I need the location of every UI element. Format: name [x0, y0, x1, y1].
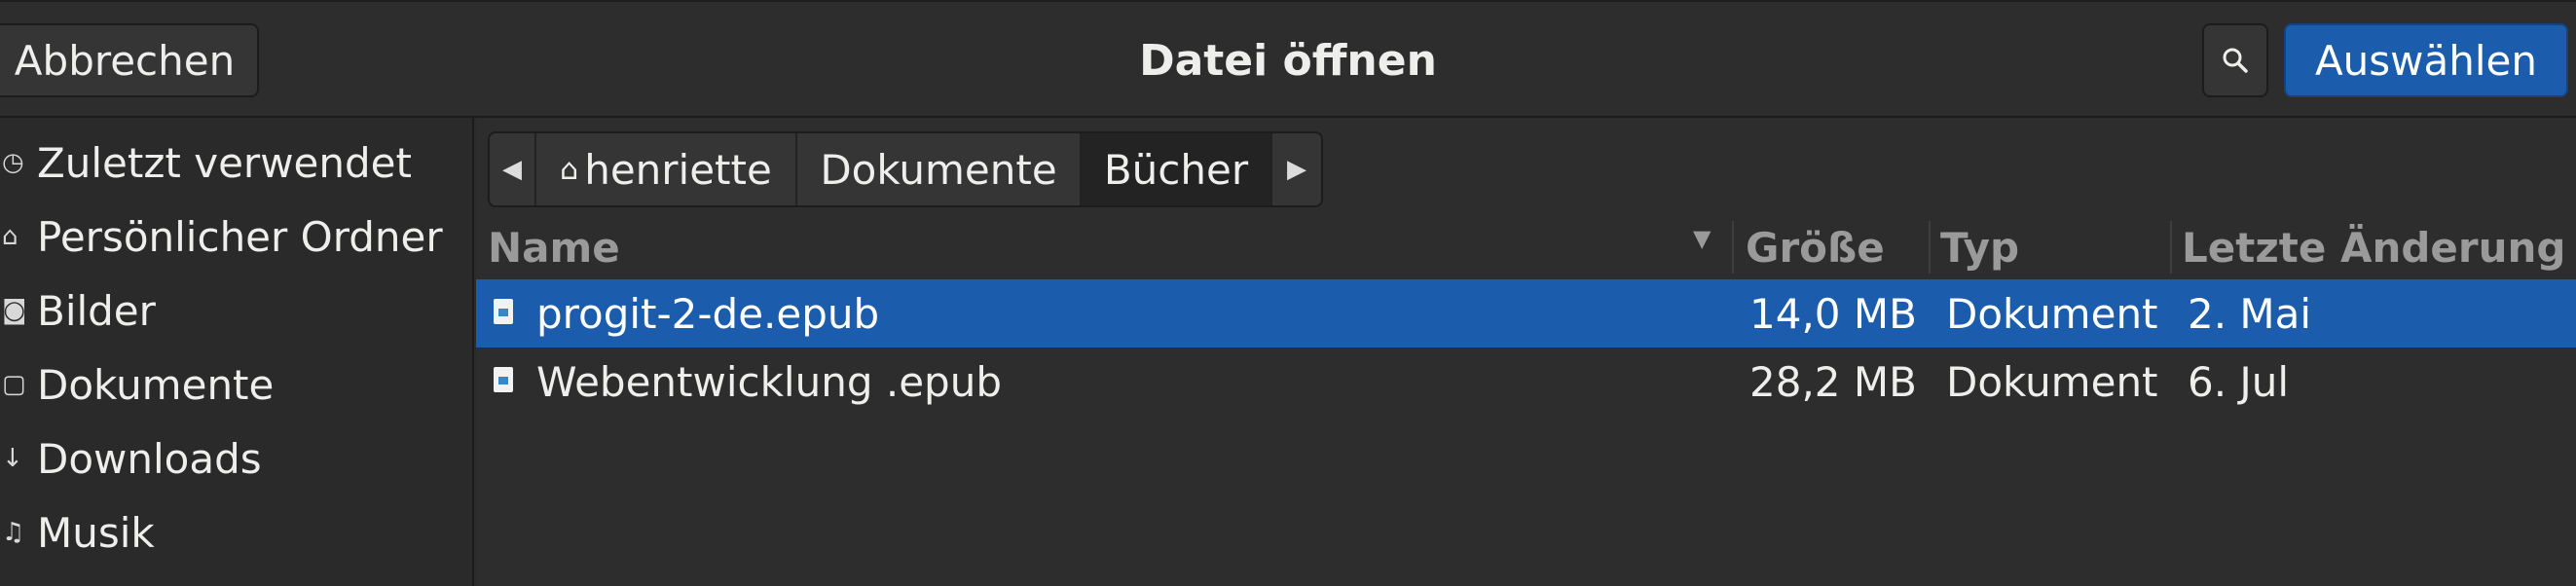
sidebar-item-pictures[interactable]: ◙ Bilder	[0, 274, 472, 348]
search-button[interactable]	[2202, 23, 2268, 97]
places-sidebar: ◷ Zuletzt verwendet ⌂ Persönlicher Ordne…	[0, 118, 474, 586]
file-name: progit-2-de.epub	[536, 289, 880, 338]
file-modified: 6. Jul	[2188, 357, 2290, 406]
column-header-modified[interactable]: Letzte Änderung	[2182, 217, 2566, 277]
dialog-title: Datei öffnen	[1139, 36, 1437, 86]
cancel-button[interactable]: Abbrechen	[0, 23, 259, 97]
path-scroll-right-button[interactable]: ▶	[1272, 133, 1321, 205]
column-header-type[interactable]: Typ	[1940, 217, 2019, 277]
sidebar-item-label: Downloads	[37, 434, 262, 483]
column-header-label: Name	[488, 223, 620, 272]
path-crumb-documents[interactable]: Dokumente	[797, 133, 1082, 205]
sidebar-item-music[interactable]: ♫ Musik	[0, 495, 472, 569]
ebook-file-icon	[494, 299, 513, 324]
column-header-name[interactable]: Name	[488, 217, 1705, 277]
home-icon: ⌂	[2, 222, 18, 251]
file-row[interactable]: progit-2-de.epub 14,0 MB Dokument 2. Mai	[476, 279, 2576, 348]
column-header-label: Typ	[1940, 223, 2020, 272]
column-header-label: Größe	[1746, 223, 1885, 272]
file-modified: 2. Mai	[2188, 289, 2312, 338]
sidebar-item-label: Persönlicher Ordner	[37, 212, 443, 261]
column-divider[interactable]	[1732, 221, 1734, 274]
search-icon	[2223, 48, 2248, 73]
path-scroll-left-button[interactable]: ◀	[490, 133, 536, 205]
sidebar-item-home[interactable]: ⌂ Persönlicher Ordner	[0, 200, 472, 274]
column-header-row: Name ▼ Größe Typ Letzte Änderung	[476, 217, 2576, 277]
sidebar-item-recent[interactable]: ◷ Zuletzt verwendet	[0, 126, 472, 200]
select-button[interactable]: Auswählen	[2284, 23, 2568, 97]
file-row[interactable]: Webentwicklung .epub 28,2 MB Dokument 6.…	[476, 348, 2576, 416]
path-crumb-home[interactable]: ⌂ henriette	[536, 133, 797, 205]
file-type: Dokument	[1946, 357, 2158, 406]
sort-descending-icon: ▼	[1693, 225, 1711, 252]
path-crumb-label: Bücher	[1103, 145, 1249, 194]
chevron-left-icon: ◀	[502, 155, 522, 184]
document-icon: ▢	[2, 370, 26, 399]
sidebar-item-documents[interactable]: ▢ Dokumente	[0, 348, 472, 421]
sidebar-item-label: Dokumente	[37, 360, 275, 409]
file-size: 28,2 MB	[1749, 357, 1917, 406]
path-bar: ◀ ⌂ henriette Dokumente Bücher ▶	[488, 131, 1323, 207]
header-bar: Abbrechen Datei öffnen Auswählen	[0, 0, 2576, 118]
path-crumb-label: henriette	[584, 145, 772, 194]
file-browser: ◀ ⌂ henriette Dokumente Bücher ▶ Name ▼	[476, 118, 2576, 586]
file-name: Webentwicklung .epub	[536, 357, 1002, 406]
camera-icon: ◙	[2, 296, 27, 325]
ebook-file-icon	[494, 367, 513, 392]
home-icon: ⌂	[560, 152, 579, 187]
file-type: Dokument	[1946, 289, 2158, 338]
sidebar-item-label: Zuletzt verwendet	[37, 138, 412, 187]
chevron-right-icon: ▶	[1287, 155, 1306, 184]
column-header-size[interactable]: Größe	[1746, 217, 1885, 277]
path-crumb-books[interactable]: Bücher	[1082, 133, 1272, 205]
file-chooser-dialog: Abbrechen Datei öffnen Auswählen ◷ Zulet…	[0, 0, 2576, 586]
music-icon: ♫	[2, 518, 25, 547]
column-divider[interactable]	[2170, 221, 2172, 274]
column-header-label: Letzte Änderung	[2182, 223, 2566, 272]
sidebar-item-downloads[interactable]: ↓ Downloads	[0, 421, 472, 495]
path-crumb-label: Dokumente	[820, 145, 1057, 194]
clock-icon: ◷	[2, 148, 24, 177]
column-divider[interactable]	[1929, 221, 1931, 274]
file-size: 14,0 MB	[1749, 289, 1917, 338]
download-icon: ↓	[2, 444, 23, 473]
sidebar-item-label: Musik	[37, 508, 155, 557]
sidebar-item-label: Bilder	[37, 286, 156, 335]
